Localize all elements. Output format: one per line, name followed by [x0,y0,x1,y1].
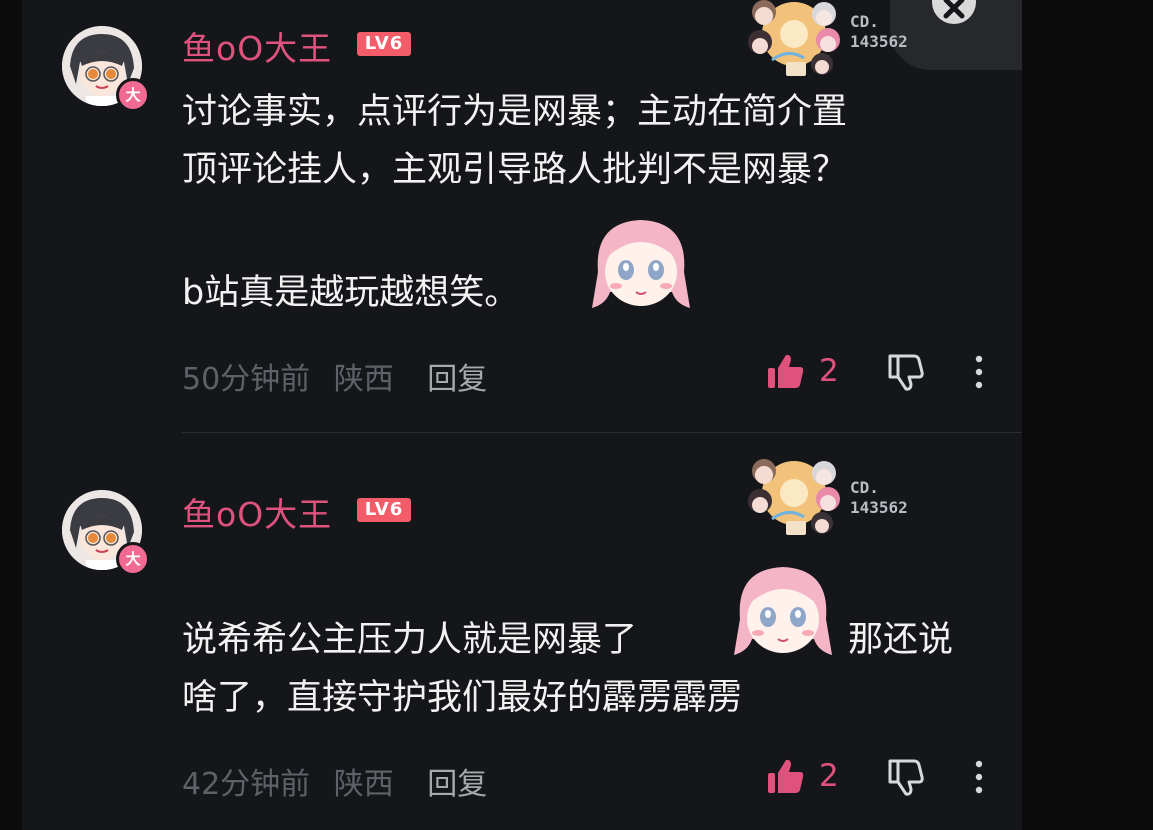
reply-button[interactable]: 回复 [427,767,487,802]
comment-time: 42分钟前 [182,767,311,802]
comment-text-line: 啥了，直接守护我们最好的霹雳霹雳 [182,678,743,718]
thumbs-down-icon[interactable] [886,757,926,797]
level-badge: LV6 [357,32,411,56]
comment-text-line: 讨论事实，点评行为是网暴；主动在简介置 [182,92,848,132]
thumbs-down-icon[interactable] [886,352,926,392]
more-vertical-icon[interactable] [972,354,986,390]
comment-meta: 42分钟前 陕西 回复 [182,759,501,803]
comment-list: 大 鱼oO大王 LV6 CD. 143562 讨论事实，点评行为是网暴；主动在简… [22,0,1022,830]
fan-medal-prefix: CD. [850,12,879,31]
avatar-badge: 大 [116,542,150,576]
comment-location: 陕西 [333,362,394,397]
username[interactable]: 鱼oO大王 [182,488,332,536]
thumbs-up-icon[interactable] [766,757,806,797]
fan-medal-icon [748,459,848,539]
close-icon[interactable] [932,0,976,24]
like-count: 2 [819,353,839,389]
comment-time: 50分钟前 [182,362,311,397]
avatar[interactable]: 大 [62,490,150,576]
level-badge: LV6 [357,498,411,522]
comment-text-line: b站真是越玩越想笑。 [182,273,520,313]
reply-button[interactable]: 回复 [427,362,487,397]
divider [182,432,1022,433]
comment-text-line: 顶评论挂人，主观引导路人批判不是网暴？ [182,150,848,190]
avatar[interactable]: 大 [62,26,150,112]
comment-text-line: 说希希公主压力人就是网暴了 [182,620,638,660]
username[interactable]: 鱼oO大王 [182,22,332,70]
comment-location: 陕西 [333,767,394,802]
fan-medal-icon [748,0,848,80]
like-count: 2 [819,758,839,794]
sticker-emote [586,212,696,316]
more-vertical-icon[interactable] [972,759,986,795]
comment-meta: 50分钟前 陕西 回复 [182,354,501,398]
avatar-badge: 大 [116,78,150,112]
sticker-emote [728,559,838,663]
comment-text-line: 那还说 [848,620,954,660]
fan-medal-number: 143562 [850,498,908,517]
fan-medal-prefix: CD. [850,478,879,497]
fan-medal-number: 143562 [850,32,908,51]
thumbs-up-icon[interactable] [766,352,806,392]
